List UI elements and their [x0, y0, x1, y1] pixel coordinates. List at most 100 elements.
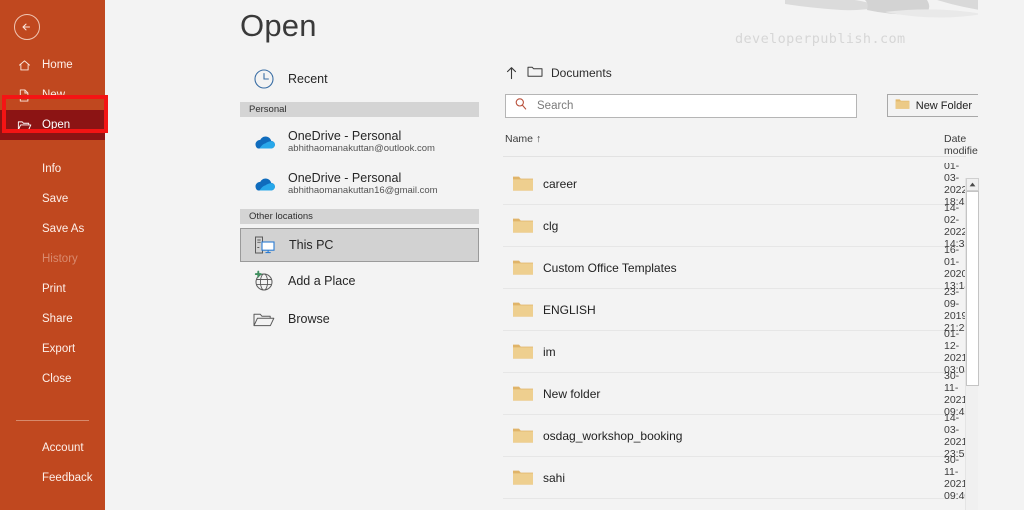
place-recent-label: Recent — [288, 71, 328, 86]
back-arrow-glyph — [22, 23, 31, 31]
rail-item-feedback[interactable]: Feedback — [0, 463, 105, 493]
rail-item-save-label: Save — [42, 193, 69, 205]
rail-item-export-label: Export — [42, 343, 76, 355]
watermark-text: developerpublish.com — [735, 31, 906, 47]
rail-item-open[interactable]: Open — [0, 110, 105, 140]
page-title: Open — [240, 8, 317, 43]
rail-item-close[interactable]: Close — [0, 364, 105, 394]
rail-item-info[interactable]: Info — [0, 154, 105, 184]
rail-divider — [16, 420, 89, 421]
folder-icon — [503, 301, 543, 318]
rail-item-info-label: Info — [42, 163, 62, 175]
table-row[interactable]: ENGLISH 23-09-2019 21:29 — [503, 286, 966, 334]
this-pc-icon — [250, 235, 280, 255]
up-arrow-icon[interactable] — [503, 66, 519, 80]
rail-item-share[interactable]: Share — [0, 304, 105, 334]
rail-item-account-label: Account — [42, 442, 84, 454]
file-date-modified: 16-01-2020 13:14 — [944, 243, 966, 292]
rail-item-new-label: New — [42, 89, 66, 101]
rail-item-home[interactable]: Home — [0, 50, 105, 80]
place-onedrive-outlook[interactable]: OneDrive - Personal abhithaomanakuttan@o… — [240, 121, 479, 163]
back-arrow-icon[interactable] — [14, 14, 40, 40]
breadcrumb[interactable]: Documents — [503, 58, 1024, 88]
table-row[interactable]: Custom Office Templates 16-01-2020 13:14 — [503, 243, 966, 292]
rail-item-save-as-label: Save As — [42, 223, 85, 235]
search-icon — [514, 97, 528, 116]
folder-icon — [895, 98, 910, 113]
open-folder-icon — [14, 119, 34, 132]
file-name: career — [543, 176, 578, 191]
rail-item-print[interactable]: Print — [0, 274, 105, 304]
backstage-navigation-rail: Home New Open Info Save Save As History … — [0, 0, 105, 510]
rail-item-close-label: Close — [42, 373, 72, 385]
rail-item-share-label: Share — [42, 313, 73, 325]
table-row[interactable]: osdag_workshop_booking 14-03-2021 23:56 — [503, 411, 966, 460]
file-name: clg — [543, 218, 559, 233]
table-row[interactable]: clg 14-02-2022 14:33 — [503, 202, 966, 250]
rail-item-save[interactable]: Save — [0, 184, 105, 214]
file-date-modified: 30-11-2021 09:46 — [944, 369, 966, 418]
file-date-modified: 14-03-2021 23:56 — [944, 411, 966, 460]
file-list-scrollbar[interactable] — [965, 178, 979, 510]
place-title: OneDrive - Personal — [288, 128, 402, 143]
scrollbar-thumb[interactable] — [966, 191, 979, 386]
file-name: sahi — [543, 470, 566, 485]
table-row[interactable]: sahi 30-11-2021 09:40 — [503, 453, 966, 502]
folder-outline-icon — [527, 65, 543, 81]
file-name: ENGLISH — [543, 302, 596, 317]
file-date-modified: 30-11-2021 09:40 — [944, 453, 966, 502]
place-onedrive-outlook-text: OneDrive - Personal abhithaomanakuttan@o… — [288, 129, 435, 155]
place-add-a-place[interactable]: Add a Place — [240, 262, 479, 300]
table-row[interactable]: im 01-12-2021 03:04 — [503, 327, 966, 376]
table-row[interactable]: New folder 30-11-2021 09:46 — [503, 369, 966, 418]
file-name: New folder — [543, 386, 601, 401]
rail-item-save-as[interactable]: Save As — [0, 214, 105, 244]
folder-icon — [503, 175, 543, 192]
folder-icon — [503, 343, 543, 360]
add-a-place-globe-icon — [249, 269, 279, 293]
new-folder-button-label: New Folder — [915, 99, 972, 112]
file-date-modified: 01-12-2021 03:04 — [944, 327, 966, 376]
scroll-up-arrow-icon[interactable] — [966, 178, 979, 191]
place-browse[interactable]: Browse — [240, 300, 479, 338]
place-subtitle: abhithaomanakuttan16@gmail.com — [288, 185, 438, 197]
folder-icon — [503, 385, 543, 402]
place-browse-text: Browse — [288, 311, 330, 326]
rail-item-history-label: History — [42, 253, 78, 265]
file-name: osdag_workshop_booking — [543, 428, 683, 443]
places-panel: Recent Personal OneDrive - Personal abhi… — [240, 60, 479, 510]
place-onedrive-gmail-text: OneDrive - Personal abhithaomanakuttan16… — [288, 171, 438, 197]
place-add-a-place-text: Add a Place — [288, 273, 356, 288]
browser-toolbar: New Folder — [503, 94, 1024, 118]
rail-item-export[interactable]: Export — [0, 334, 105, 364]
new-folder-button[interactable]: New Folder — [886, 94, 980, 117]
rail-item-account[interactable]: Account — [0, 433, 105, 463]
rail-item-feedback-label: Feedback — [42, 472, 93, 484]
rail-item-open-label: Open — [42, 119, 71, 131]
file-browser-pane: Documents New Folder Nam — [503, 58, 1024, 510]
place-subtitle: abhithaomanakuttan@outlook.com — [288, 143, 435, 155]
place-onedrive-gmail[interactable]: OneDrive - Personal abhithaomanakuttan16… — [240, 163, 479, 205]
file-list-column-headers: Name ↑ Date modified — [503, 131, 984, 157]
places-section-other-locations: Other locations — [240, 209, 479, 224]
rail-item-new[interactable]: New — [0, 80, 105, 110]
file-list: career 01-03-2022 18:46 clg 14-02-2022 1… — [503, 163, 966, 503]
backstage-content-area: developerpublish.com Open Recent Persona… — [105, 0, 1024, 510]
column-header-name[interactable]: Name ↑ — [505, 133, 541, 145]
watermark-graphic — [785, 0, 1024, 18]
breadcrumb-label: Documents — [551, 66, 612, 80]
place-recent[interactable]: Recent — [240, 60, 479, 98]
search-input[interactable] — [537, 100, 827, 112]
place-this-pc-text: This PC — [289, 237, 334, 252]
powerpoint-backstage-open-screen: Home New Open Info Save Save As History … — [0, 0, 1024, 510]
rail-item-history: History — [0, 244, 105, 274]
folder-icon — [503, 469, 543, 486]
place-this-pc[interactable]: This PC — [240, 228, 479, 262]
rail-item-home-label: Home — [42, 59, 73, 71]
onedrive-cloud-icon — [249, 134, 279, 150]
places-section-personal: Personal — [240, 102, 479, 117]
file-name: Custom Office Templates — [543, 260, 677, 275]
browse-folder-icon — [249, 310, 279, 329]
table-row[interactable]: career 01-03-2022 18:46 — [503, 163, 966, 208]
search-box[interactable] — [505, 94, 857, 118]
